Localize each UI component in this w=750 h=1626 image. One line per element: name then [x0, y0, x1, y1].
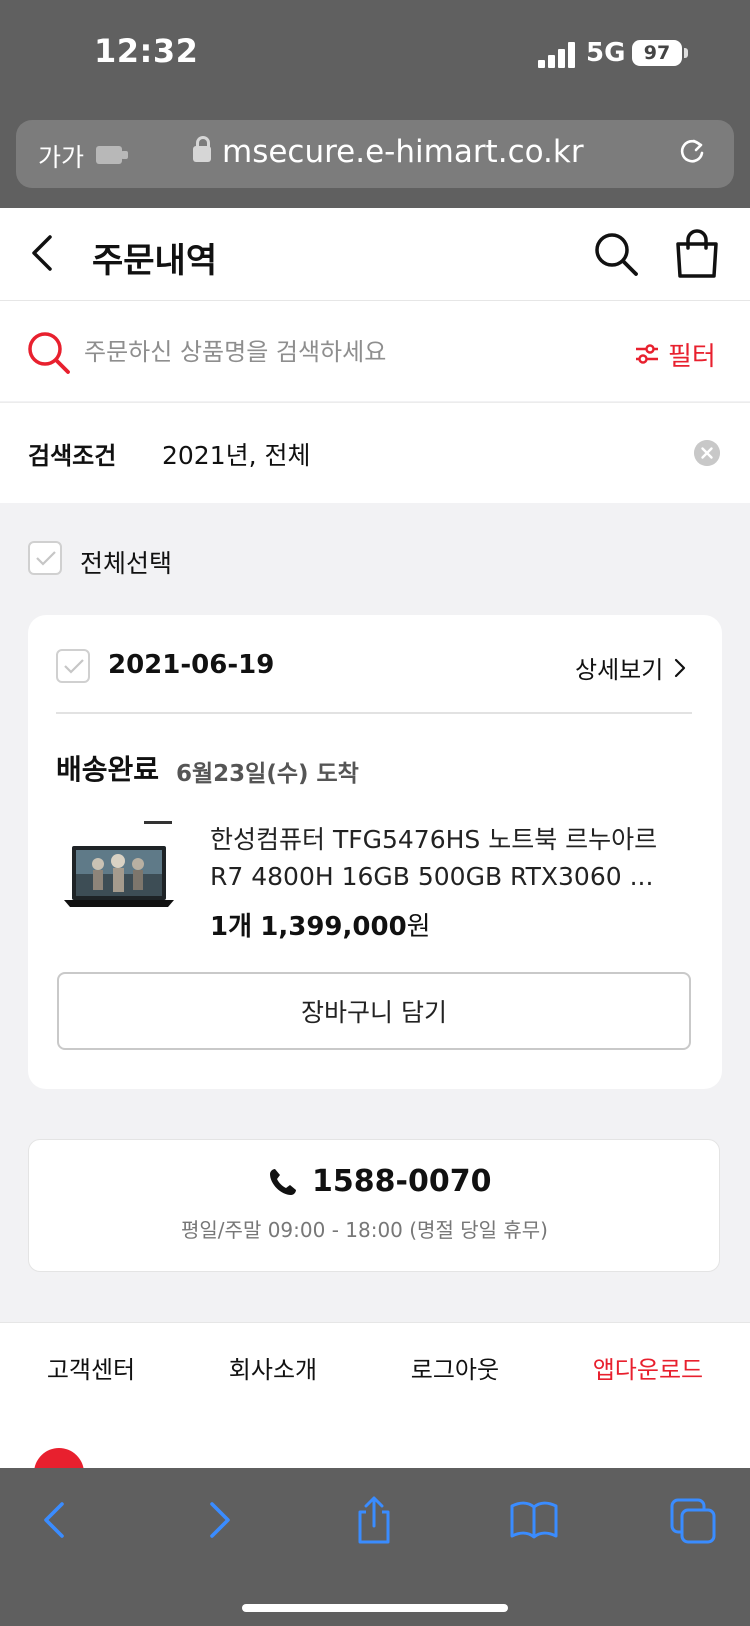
price: 1,399,000: [260, 912, 407, 942]
delivery-status: 배송완료: [56, 753, 160, 786]
detail-label: 상세보기: [575, 656, 664, 684]
price-unit: 원: [406, 912, 431, 942]
back-icon[interactable]: [18, 227, 70, 279]
chevron-right-icon: [675, 658, 686, 677]
condition-label: 검색조건: [28, 442, 117, 470]
browser-forward-icon[interactable]: [188, 1490, 248, 1550]
battery-icon: 97: [632, 40, 682, 66]
status-time: 12:32: [94, 32, 199, 70]
bookmarks-icon[interactable]: [504, 1490, 564, 1550]
footer-link-app-download[interactable]: 앱다운로드: [593, 1350, 703, 1385]
condition-value[interactable]: 2021년, 전체: [162, 436, 311, 472]
customer-service-card[interactable]: [28, 1139, 720, 1272]
share-icon[interactable]: [344, 1490, 404, 1550]
add-to-cart-button[interactable]: 장바구니 담기: [57, 972, 691, 1050]
phone-icon: [270, 1169, 296, 1195]
arrival-date: 6월23일(수) 도착: [176, 761, 359, 787]
footer-link-logout[interactable]: 로그아웃: [411, 1350, 499, 1385]
footer-links: 고객센터 회사소개 로그아웃 앱다운로드: [0, 1322, 750, 1412]
filter-button[interactable]: 필터: [634, 334, 716, 374]
order-date: 2021-06-19: [108, 650, 275, 680]
battery-tip: [684, 48, 688, 58]
browser-back-icon[interactable]: [26, 1490, 86, 1550]
divider: [56, 712, 692, 714]
shopping-bag-icon[interactable]: [672, 228, 722, 280]
url-text[interactable]: msecure.e-himart.co.kr: [222, 134, 584, 170]
reload-icon[interactable]: [678, 137, 706, 165]
signal-icon: [538, 42, 576, 68]
select-all-checkbox[interactable]: [28, 541, 62, 575]
quantity: 1개: [210, 912, 253, 942]
footer-link-customer-center[interactable]: 고객센터: [47, 1350, 135, 1385]
order-detail-link[interactable]: 상세보기: [575, 650, 687, 685]
clear-condition-icon[interactable]: [694, 440, 720, 466]
search-icon[interactable]: [592, 230, 640, 278]
product-name[interactable]: 한성컴퓨터 TFG5476HS 노트북 르누아르: [210, 820, 657, 856]
product-name-line2[interactable]: R7 4800H 16GB 500GB RTX3060 ...: [210, 862, 653, 891]
filter-label: 필터: [668, 341, 716, 372]
product-quantity-price: 1개 1,399,000원: [210, 906, 431, 943]
extension-icon[interactable]: [96, 146, 128, 164]
check-icon: [64, 659, 84, 674]
page-title: 주문내역: [92, 241, 218, 281]
check-icon: [36, 551, 56, 566]
footer-link-company[interactable]: 회사소개: [229, 1350, 317, 1385]
phone-number[interactable]: 1588-0070: [312, 1164, 491, 1199]
filter-icon: [636, 344, 658, 364]
order-search-input[interactable]: [84, 332, 504, 372]
product-thumbnail[interactable]: [58, 812, 178, 916]
home-indicator: [242, 1604, 508, 1612]
text-size-button[interactable]: 가가: [38, 138, 84, 174]
search-icon: [28, 332, 70, 374]
lock-icon: [193, 136, 211, 162]
order-checkbox[interactable]: [56, 649, 90, 683]
tabs-icon[interactable]: [664, 1490, 724, 1550]
footer-logo-strip: [0, 1411, 750, 1471]
network-type: 5G: [586, 38, 626, 68]
service-hours: 평일/주말 09:00 - 18:00 (명절 당일 휴무): [181, 1218, 548, 1242]
select-all-label: 전체선택: [80, 549, 173, 578]
